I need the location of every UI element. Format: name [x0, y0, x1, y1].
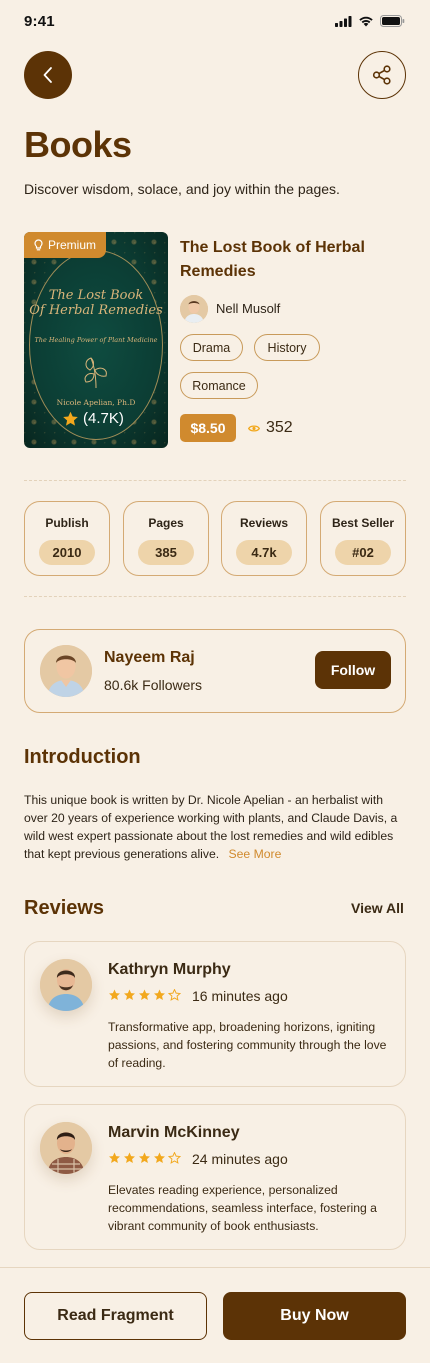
- star-icon: [139, 989, 150, 1000]
- publisher-card: Nayeem Raj 80.6k Followers Follow: [24, 629, 406, 713]
- premium-label: Premium: [48, 238, 97, 252]
- read-fragment-button[interactable]: Read Fragment: [24, 1292, 207, 1340]
- status-time: 9:41: [24, 13, 55, 30]
- stat-reviews: Reviews 4.7k: [221, 501, 307, 576]
- publisher-photo: [40, 645, 92, 697]
- crown-icon: [34, 239, 43, 251]
- stat-pages: Pages 385: [123, 501, 209, 576]
- introduction-title: Introduction: [24, 746, 141, 768]
- review-text: Elevates reading experience, personalize…: [108, 1183, 377, 1233]
- review-time: 16 minutes ago: [192, 988, 288, 1004]
- cover-subtitle: The Healing Power of Plant Medicine: [34, 336, 158, 344]
- review-stars: [108, 989, 181, 1001]
- author-avatar[interactable]: [180, 295, 208, 323]
- review-card: Kathryn Murphy 16 minutes ago Transforma…: [24, 941, 406, 1087]
- star-icon: [139, 1152, 150, 1163]
- reviews-title: Reviews: [24, 897, 105, 919]
- star-icon: [154, 1152, 165, 1163]
- price-badge: $8.50: [180, 414, 236, 442]
- star-icon: [124, 989, 135, 1000]
- star-icon: [63, 411, 78, 426]
- publisher-avatar[interactable]: [40, 645, 92, 697]
- battery-icon: [380, 15, 405, 27]
- reviewer-avatar[interactable]: [40, 959, 92, 1011]
- star-icon: [109, 1152, 120, 1163]
- reviewer-photo: [40, 1122, 92, 1174]
- book-cover[interactable]: The Lost Book Of Herbal Remedies The Hea…: [24, 232, 168, 448]
- author-photo: [180, 295, 208, 323]
- views-count: 352: [248, 419, 293, 437]
- bottom-action-bar: Read Fragment Buy Now: [0, 1267, 430, 1363]
- stat-value: 4.7k: [236, 540, 292, 565]
- star-icon: [124, 1152, 135, 1163]
- status-icons: [335, 15, 405, 27]
- eye-icon: [248, 424, 260, 432]
- star-icon: [154, 989, 165, 1000]
- stat-publish: Publish 2010: [24, 501, 110, 576]
- share-button[interactable]: [358, 51, 406, 99]
- view-all-link[interactable]: View All: [351, 900, 404, 916]
- tag-drama[interactable]: Drama: [180, 334, 243, 361]
- back-button[interactable]: [24, 51, 72, 99]
- stat-label: Reviews: [239, 516, 289, 530]
- divider: [24, 480, 406, 481]
- cover-author: Nicole Apelian, Ph.D: [56, 398, 136, 407]
- introduction-text: This unique book is written by Dr. Nicol…: [24, 791, 406, 863]
- see-more-link[interactable]: See More: [229, 847, 282, 861]
- cover-rating-value: (4.7K): [83, 410, 124, 427]
- star-outline-icon: [168, 1152, 181, 1164]
- reviewer-name: Marvin McKinney: [108, 1124, 240, 1141]
- introduction-body: This unique book is written by Dr. Nicol…: [24, 793, 398, 861]
- review-stars: [108, 1152, 181, 1164]
- stat-label: Pages: [148, 516, 184, 530]
- chevron-left-icon: [43, 67, 52, 83]
- star-icon: [109, 989, 120, 1000]
- review-card: Marvin McKinney 24 minutes ago Elevates …: [24, 1104, 406, 1250]
- cover-title-line1: The Lost Book: [48, 288, 144, 303]
- review-time: 24 minutes ago: [192, 1151, 288, 1167]
- buy-now-button[interactable]: Buy Now: [223, 1292, 406, 1340]
- review-text: Transformative app, broadening horizons,…: [108, 1020, 387, 1070]
- follow-button[interactable]: Follow: [315, 651, 391, 689]
- reviewer-photo: [40, 959, 92, 1011]
- stat-label: Publish: [45, 516, 89, 530]
- cover-title-line2: Of Herbal Remedies: [29, 303, 163, 318]
- views-value: 352: [266, 419, 293, 436]
- stat-best-seller: Best Seller #02: [320, 501, 406, 576]
- star-outline-icon: [168, 989, 181, 1001]
- wifi-icon: [359, 16, 373, 27]
- stat-value: #02: [335, 540, 391, 565]
- cover-title: The Lost Book Of Herbal Remedies: [24, 288, 168, 318]
- book-title: The Lost Book of Herbal Remedies: [180, 239, 365, 280]
- publisher-followers: 80.6k Followers: [104, 677, 203, 693]
- reviewer-name: Kathryn Murphy: [108, 961, 231, 978]
- premium-badge: Premium: [24, 232, 106, 258]
- herb-leaf-icon: [84, 357, 107, 389]
- publisher-name[interactable]: Nayeem Raj: [104, 649, 195, 667]
- tag-romance[interactable]: Romance: [180, 372, 258, 399]
- divider: [24, 596, 406, 597]
- share-icon: [372, 65, 391, 85]
- tag-history[interactable]: History: [254, 334, 320, 361]
- author-name[interactable]: Nell Musolf: [216, 301, 280, 316]
- page-title: Books: [24, 124, 132, 165]
- reviewer-avatar[interactable]: [40, 1122, 92, 1174]
- signal-icon: [335, 15, 352, 27]
- stat-value: 385: [138, 540, 194, 565]
- stat-label: Best Seller: [331, 516, 395, 530]
- stat-value: 2010: [39, 540, 95, 565]
- cover-rating: (4.7K): [62, 410, 124, 427]
- page-subtitle: Discover wisdom, solace, and joy within …: [24, 181, 340, 197]
